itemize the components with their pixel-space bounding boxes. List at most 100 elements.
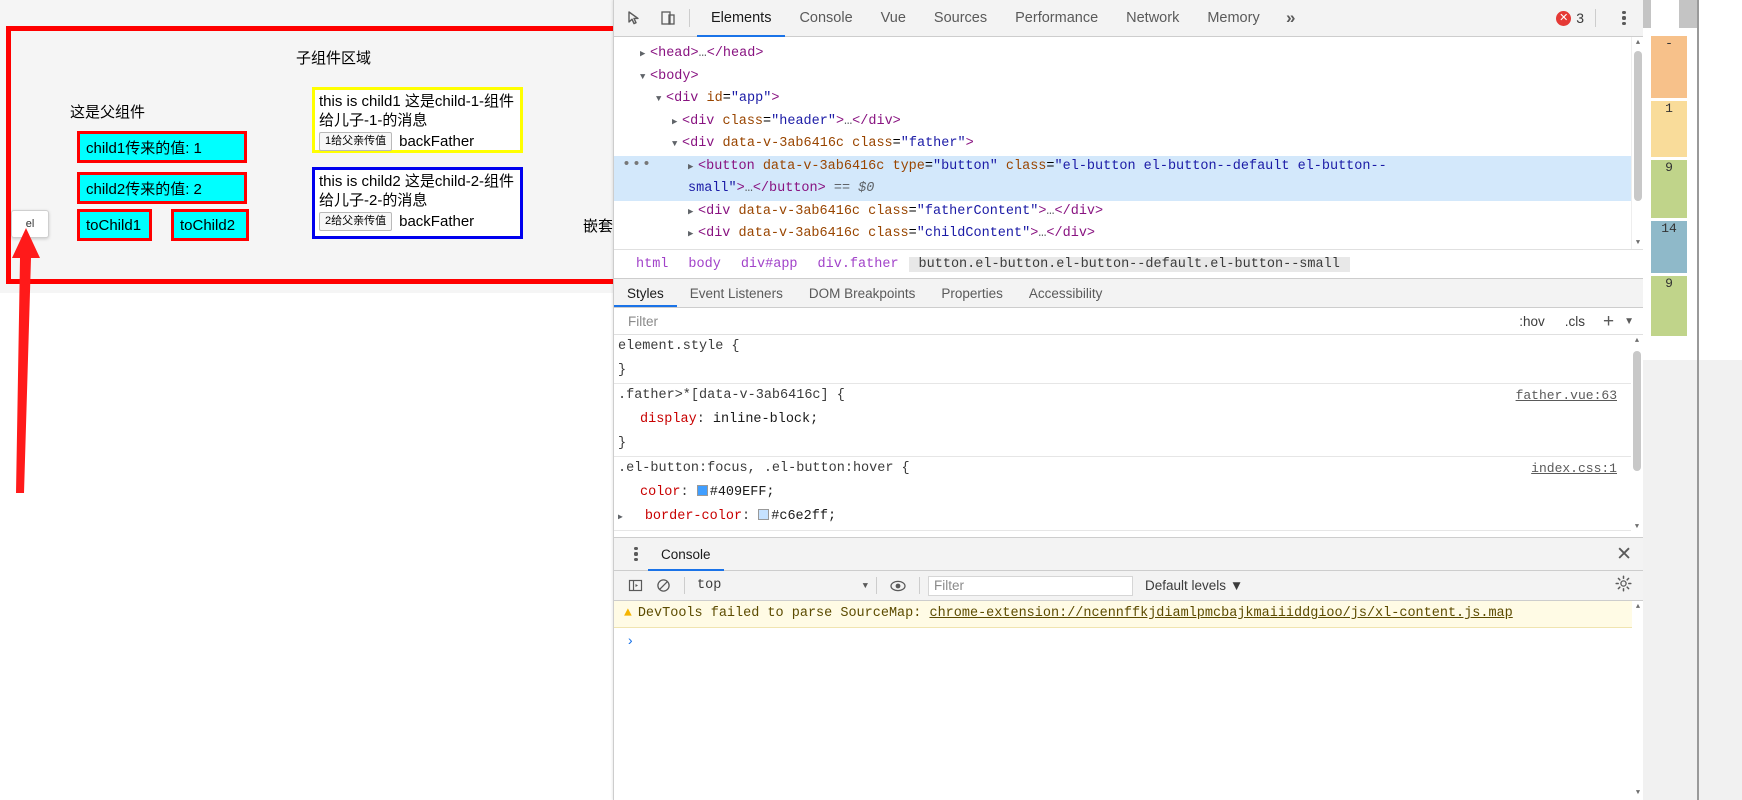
force-state-button[interactable]: :hov [1509,314,1555,329]
to-child2-button[interactable]: toChild2 [171,209,249,241]
css-declaration[interactable]: ▶ border-color: #c6e2ff; [618,505,1643,530]
tab-vue[interactable]: Vue [867,0,920,37]
inspect-cursor-icon[interactable] [620,4,648,32]
console-prompt[interactable]: › [614,628,1643,653]
disclosure-triangle-icon[interactable] [688,201,698,224]
disclosure-triangle-icon[interactable] [640,66,650,89]
css-rule-source-link[interactable]: father.vue:63 [1516,384,1617,408]
styles-scrollbar[interactable]: ▲ ▼ [1631,335,1643,533]
drawer-tab-console[interactable]: Console [648,538,724,571]
css-declaration[interactable]: color: #409EFF; [618,481,1643,505]
dom-tree-rows: <head>…</head><body><div id="app"><div c… [614,43,1643,246]
tab-event-listeners[interactable]: Event Listeners [677,279,796,307]
css-property-name[interactable]: display [618,412,697,427]
devtools-tab-list: Elements Console Vue Sources Performance… [697,0,1308,37]
css-property-name[interactable]: color [618,485,681,500]
css-selector[interactable]: element.style { [618,335,1643,359]
tab-dom-breakpoints[interactable]: DOM Breakpoints [796,279,929,307]
dom-scroll-up-icon[interactable]: ▲ [1632,37,1643,49]
disclosure-triangle-icon[interactable] [656,88,666,111]
tab-sources[interactable]: Sources [920,0,1001,37]
show-console-sidebar-icon[interactable] [622,574,648,598]
disclosure-triangle-icon[interactable] [688,156,698,179]
breadcrumb-item[interactable]: div#app [731,257,808,272]
styles-scroll-up-icon[interactable]: ▲ [1631,335,1643,347]
tab-properties[interactable]: Properties [928,279,1016,307]
dom-scroll-down-icon[interactable]: ▼ [1632,237,1643,249]
console-scrollbar[interactable]: ▲ ▼ [1632,601,1643,799]
css-rule-source-link[interactable]: index.css:1 [1531,457,1617,481]
new-style-rule-button[interactable]: + [1595,312,1622,331]
css-rule[interactable]: element.style {} [614,335,1643,384]
dom-node-row[interactable]: <div id="app"> [614,88,1643,111]
more-tabs-icon[interactable]: » [1274,0,1308,37]
to-child1-button[interactable]: toChild1 [77,209,152,241]
css-property-value[interactable]: #c6e2ff; [771,509,836,524]
console-warning-row[interactable]: ▲ DevTools failed to parse SourceMap: ch… [614,601,1643,628]
tab-console[interactable]: Console [785,0,866,37]
disclosure-triangle-icon[interactable] [688,223,698,246]
device-toolbar-icon[interactable] [654,4,682,32]
live-expression-icon[interactable] [885,574,911,598]
clear-console-icon[interactable] [650,574,676,598]
error-count-badge[interactable]: ✕ 3 [1556,10,1584,26]
error-circle-icon: ✕ [1556,10,1572,26]
settings-gear-icon[interactable] [1615,574,1632,597]
tab-elements[interactable]: Elements [697,0,785,37]
css-selector[interactable]: .father>*[data-v-3ab6416c] { [618,384,1643,408]
css-selector[interactable]: .el-button:focus, .el-button:hover { [618,457,1643,481]
tab-accessibility[interactable]: Accessibility [1016,279,1116,307]
console-log-levels-selector[interactable]: Default levels ▼ [1145,578,1243,593]
dom-node-row[interactable]: •••<button data-v-3ab6416c type="button"… [614,155,1643,201]
console-toolbar-divider-3 [919,577,920,594]
console-scroll-down-icon[interactable]: ▼ [1632,787,1643,799]
drawer-tab-bar: Console ✕ [614,538,1643,571]
tab-network[interactable]: Network [1112,0,1193,37]
styles-scroll-thumb[interactable] [1633,351,1641,471]
breadcrumb-item[interactable]: body [678,257,730,272]
breadcrumb-item[interactable]: div.father [808,257,909,272]
drawer-more-options-icon[interactable] [624,546,648,562]
child2-send-to-father-button[interactable]: 2给父亲传值 [319,212,393,231]
css-property-name[interactable]: border-color [623,509,742,524]
disclosure-triangle-icon[interactable] [672,111,682,134]
css-rule[interactable]: father.vue:63 .father>*[data-v-3ab6416c] … [614,384,1643,457]
more-options-icon[interactable] [1611,5,1637,31]
console-filter-input[interactable] [928,575,1133,596]
styles-pane[interactable]: element.style {} father.vue:63 .father>*[d… [614,335,1643,533]
console-context-value: top [697,578,722,593]
css-property-value[interactable]: inline-block; [713,412,818,427]
css-rule[interactable]: index.css:1 .el-button:focus, .el-button:… [614,457,1643,531]
tab-performance[interactable]: Performance [1001,0,1112,37]
dom-scroll-thumb[interactable] [1634,51,1642,201]
dom-node-row[interactable]: <div class="header">…</div> [614,111,1643,134]
styles-filter-input[interactable] [626,312,1510,330]
console-context-selector[interactable]: top ▼ [693,578,868,593]
styles-scroll-down-icon[interactable]: ▼ [1631,521,1643,533]
dom-tree-scrollbar[interactable]: ▲ ▼ [1631,37,1643,249]
element-classes-button[interactable]: .cls [1555,314,1595,329]
tab-styles[interactable]: Styles [614,279,677,307]
dom-tree[interactable]: <head>…</head><body><div id="app"><div c… [614,37,1643,249]
disclosure-triangle-icon[interactable] [672,133,682,156]
child1-send-to-father-button[interactable]: 1给父亲传值 [319,132,393,151]
console-scroll-up-icon[interactable]: ▲ [1632,601,1643,613]
css-property-value[interactable]: #409EFF; [710,485,775,500]
tab-memory[interactable]: Memory [1193,0,1273,37]
sourcemap-link[interactable]: chrome-extension://ncennffkjdiamlpmcbajk… [929,606,1512,621]
breadcrumb-item[interactable]: button.el-button.el-button--default.el-b… [908,256,1350,272]
minimap-block: - [1651,36,1687,98]
css-declaration[interactable]: display: inline-block; [618,408,1643,432]
color-swatch[interactable] [758,509,770,520]
dom-node-row[interactable]: <body> [614,66,1643,89]
child1-back-father-label: backFather [399,133,475,150]
dom-node-row[interactable]: <div data-v-3ab6416c class="childContent… [614,223,1643,246]
dom-node-row[interactable]: <div data-v-3ab6416c class="father"> [614,133,1643,156]
close-icon[interactable]: ✕ [1616,545,1632,564]
disclosure-triangle-icon[interactable] [640,43,650,66]
color-swatch[interactable] [696,485,708,496]
dom-node-row[interactable]: <head>…</head> [614,43,1643,66]
computed-sidebar-toggle-icon[interactable]: ▼ [1622,316,1643,327]
dom-node-row[interactable]: <div data-v-3ab6416c class="fatherConten… [614,201,1643,224]
breadcrumb-item[interactable]: html [626,257,678,272]
